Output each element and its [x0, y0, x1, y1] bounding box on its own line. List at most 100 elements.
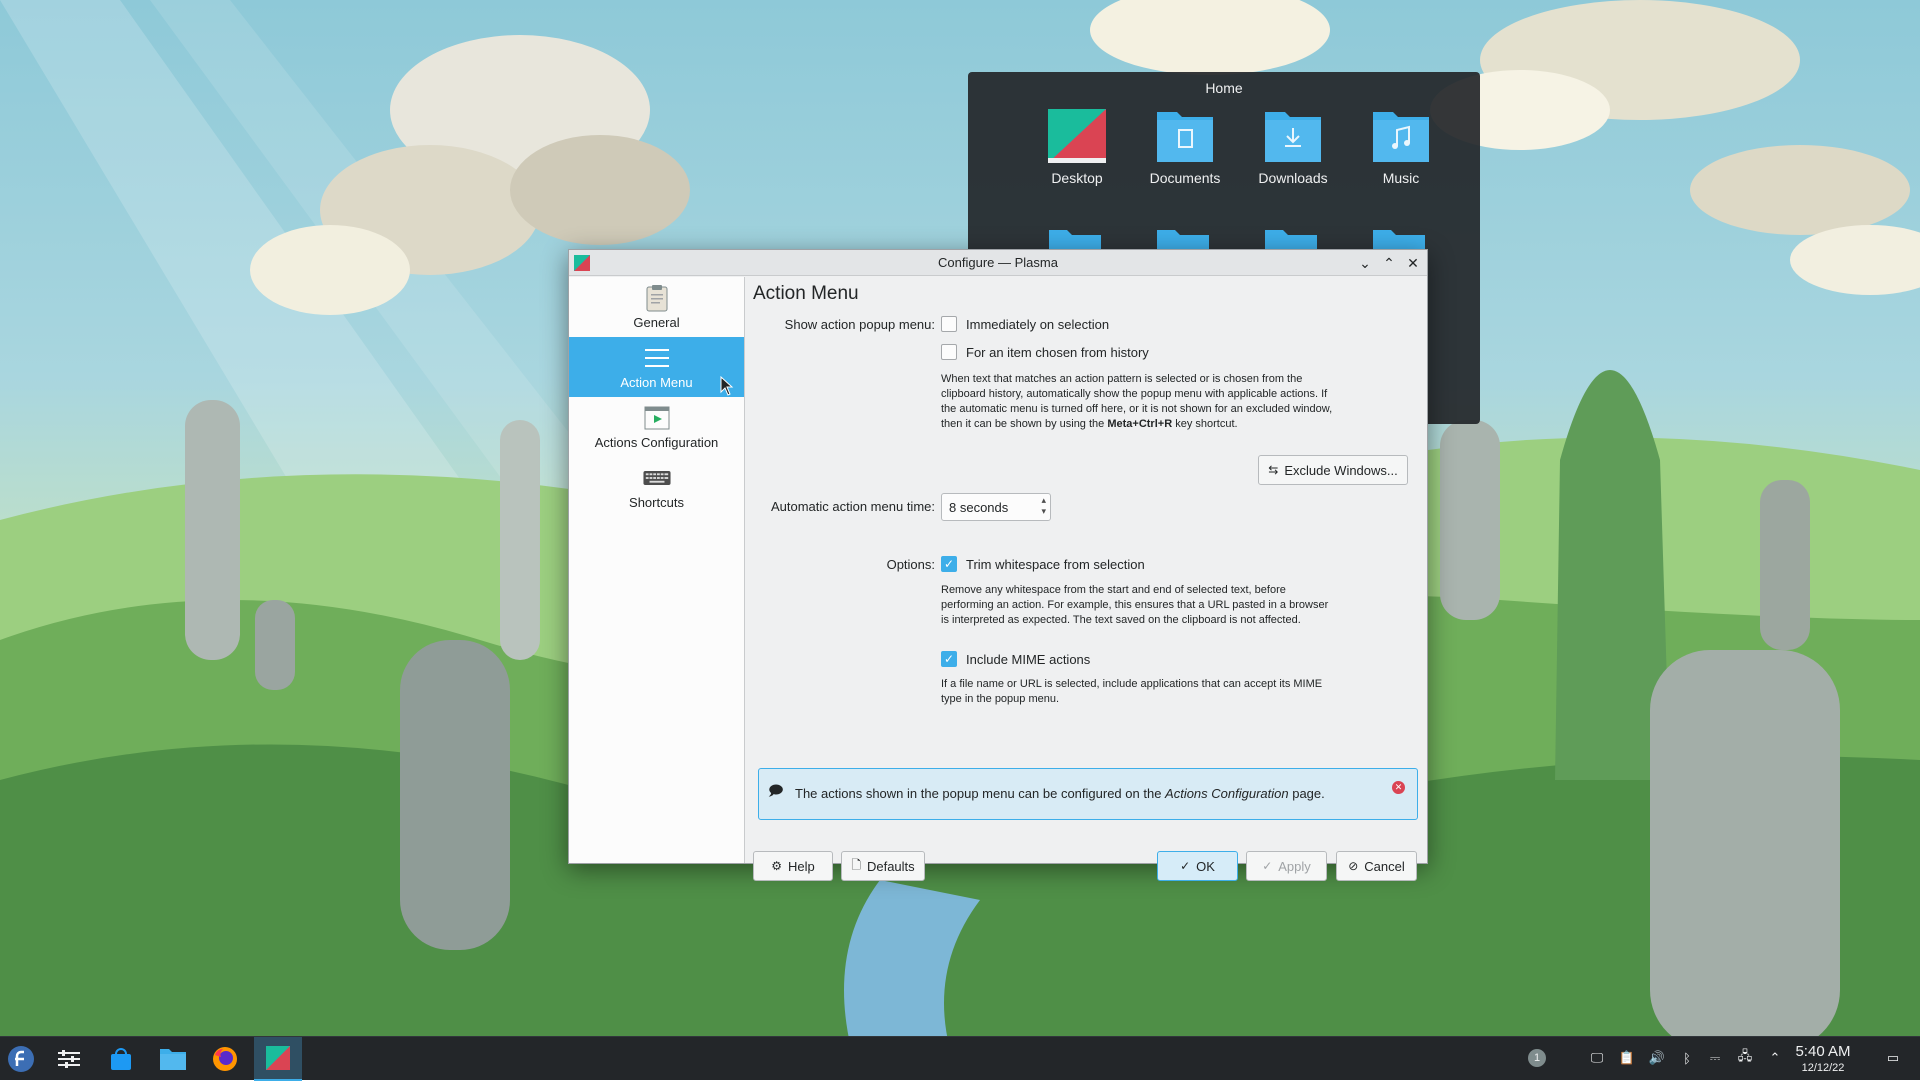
mime-checkbox-row[interactable]: ✓ Include MIME actions: [941, 651, 1090, 667]
actions-icon: [643, 404, 671, 432]
document-revert-icon: 🗋: [851, 857, 861, 872]
sidebar-item-shortcuts[interactable]: Shortcuts: [569, 457, 744, 517]
folder-item-documents[interactable]: Documents: [1135, 108, 1235, 186]
mouse-cursor-icon: [720, 376, 734, 396]
info-message-icon: 🗩: [768, 782, 784, 798]
defaults-label: Defaults: [866, 858, 915, 874]
plasma-app-icon: [266, 1046, 290, 1070]
options-label: Options:: [886, 557, 935, 572]
sidebar-item-actions-configuration[interactable]: Actions Configuration: [569, 397, 744, 457]
clipboard-icon[interactable]: 📋: [1618, 1049, 1636, 1067]
help-button[interactable]: ⚙ Help: [753, 851, 833, 881]
application-launcher-button[interactable]: [5, 1043, 37, 1075]
mime-checkbox[interactable]: ✓: [941, 651, 957, 667]
info-banner-text: The actions shown in the popup menu can …: [795, 786, 1325, 801]
network-icon[interactable]: 🖧: [1736, 1048, 1754, 1067]
cancel-button[interactable]: ⊘ Cancel: [1336, 851, 1417, 881]
banner-link[interactable]: Actions Configuration: [1165, 786, 1289, 801]
exclude-windows-label: Exclude Windows...: [1284, 462, 1398, 478]
minimize-button[interactable]: ⌄: [1355, 253, 1375, 273]
apply-label: Apply: [1278, 858, 1311, 874]
menu-icon: [643, 344, 671, 372]
trim-checkbox[interactable]: ✓: [941, 556, 957, 572]
sidebar-item-general[interactable]: General: [569, 277, 744, 337]
check-icon: ✓: [943, 652, 955, 666]
sidebar-item-label: Action Menu: [620, 375, 693, 390]
chevron-down-icon: ⌄: [1359, 254, 1371, 271]
clipboard-icon: [643, 284, 671, 312]
sidebar: General Action Menu Actions Configuratio…: [569, 277, 745, 863]
chevron-up-icon[interactable]: ⌃: [1766, 1049, 1784, 1067]
immediately-checkbox-row[interactable]: Immediately on selection: [941, 316, 1109, 332]
firefox-icon: [213, 1047, 237, 1071]
ok-button[interactable]: ✓ OK: [1157, 851, 1238, 881]
desktop-folder-icon: [1047, 108, 1107, 164]
folder-label: Desktop: [1051, 170, 1103, 186]
content-area: Action Menu Show action popup menu: Imme…: [746, 277, 1427, 881]
folder-label: Documents: [1149, 170, 1221, 186]
volume-icon[interactable]: 🔊: [1648, 1049, 1666, 1067]
folder-item-desktop[interactable]: Desktop: [1027, 108, 1127, 186]
folder-item-downloads[interactable]: Downloads: [1243, 108, 1343, 186]
bluetooth-icon[interactable]: ᛒ: [1678, 1049, 1696, 1067]
task-manager-app-button[interactable]: [53, 1043, 85, 1075]
sidebar-item-action-menu[interactable]: Action Menu: [569, 337, 744, 397]
usb-device-icon[interactable]: ⎓: [1706, 1049, 1724, 1067]
info-banner: 🗩 The actions shown in the popup menu ca…: [758, 768, 1418, 820]
immediately-label: Immediately on selection: [966, 316, 1110, 332]
trim-checkbox-row[interactable]: ✓ Trim whitespace from selection: [941, 556, 1145, 572]
configure-icon: ⇆: [1268, 463, 1279, 477]
check-icon: ✓: [1180, 859, 1191, 873]
folder-item-music[interactable]: Music: [1351, 108, 1451, 186]
discover-app-button[interactable]: [105, 1043, 137, 1075]
help-label: Help: [788, 858, 815, 874]
exclude-windows-button[interactable]: ⇆ Exclude Windows...: [1258, 455, 1408, 485]
sidebar-item-label: Actions Configuration: [594, 435, 719, 450]
window-title: Configure — Plasma: [938, 255, 1058, 270]
folder-label: Downloads: [1258, 170, 1328, 186]
downloads-folder-icon: [1263, 108, 1323, 164]
menu-time-label: Automatic action menu time:: [770, 499, 935, 514]
show-desktop-icon[interactable]: ▭: [1884, 1049, 1902, 1067]
trim-help-text: Remove any whitespace from the start and…: [941, 584, 1329, 626]
popup-help-shortcut: Meta+Ctrl+R: [1107, 418, 1173, 430]
shopping-bag-icon: [111, 1048, 131, 1070]
cancel-label: Cancel: [1364, 858, 1405, 874]
documents-folder-icon: [1155, 108, 1215, 164]
title-bar[interactable]: Configure — Plasma ⌄ ⌃ ✕: [569, 250, 1427, 276]
close-icon: ✕: [1407, 254, 1419, 271]
mime-label: Include MIME actions: [966, 651, 1091, 667]
clock-date[interactable]: 12/12/22: [1788, 1062, 1858, 1074]
immediately-checkbox[interactable]: [941, 316, 957, 332]
taskbar: 1 🖵 📋 🔊 ᛒ ⎓ 🖧 ⌃ 5:40 AM 12/12/22 ▭: [0, 1036, 1920, 1081]
display-icon[interactable]: 🖵: [1588, 1049, 1606, 1067]
popup-help-part: key shortcut.: [1172, 418, 1238, 430]
close-icon[interactable]: ✕: [1392, 781, 1405, 794]
configure-dialog: Configure — Plasma ⌄ ⌃ ✕ General Action …: [568, 249, 1428, 881]
check-icon: ✓: [1262, 859, 1273, 873]
defaults-button[interactable]: 🗋 Defaults: [841, 851, 925, 881]
settings-sliders-icon: [58, 1050, 80, 1068]
help-icon: ⚙: [771, 859, 782, 873]
folder-icon: [160, 1049, 186, 1070]
file-manager-app-button[interactable]: [157, 1043, 189, 1075]
apply-button[interactable]: ✓ Apply: [1246, 851, 1327, 881]
history-checkbox-row[interactable]: For an item chosen from history: [941, 344, 1149, 360]
folder-view-title: Home: [1205, 80, 1243, 96]
close-button[interactable]: ✕: [1403, 253, 1423, 273]
sidebar-item-label: General: [633, 315, 680, 330]
menu-time-spinbox[interactable]: 8 seconds ▴ ▾: [941, 493, 1051, 521]
fedora-icon: [8, 1046, 34, 1072]
firefox-app-button[interactable]: [209, 1043, 241, 1075]
clock-time[interactable]: 5:40 AM: [1788, 1043, 1858, 1060]
history-checkbox[interactable]: [941, 344, 957, 360]
spin-arrows-icon[interactable]: ▴ ▾: [1041, 495, 1046, 517]
notification-count-badge[interactable]: 1: [1528, 1049, 1546, 1067]
plasma-settings-task-button[interactable]: [254, 1037, 302, 1081]
show-popup-label: Show action popup menu:: [784, 317, 935, 332]
maximize-button[interactable]: ⌃: [1379, 253, 1399, 273]
history-label: For an item chosen from history: [966, 344, 1149, 360]
page-title: Action Menu: [753, 283, 859, 304]
folder-label: Music: [1382, 170, 1420, 186]
banner-text-part: page.: [1288, 786, 1325, 801]
